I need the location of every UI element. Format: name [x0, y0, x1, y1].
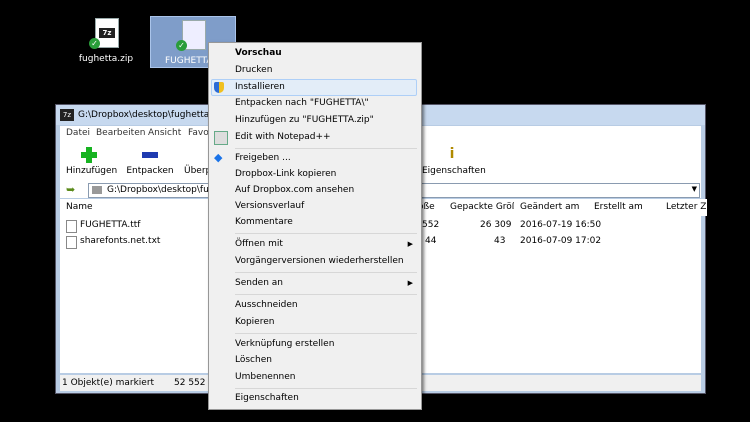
menu-bearbeiten[interactable]: Bearbeiten	[96, 128, 145, 138]
desktop-icon-label: fughetta.zip	[78, 54, 134, 64]
menu-separator	[235, 233, 417, 234]
column-created[interactable]: Erstellt am	[588, 199, 665, 216]
7zip-app-icon: 7z	[60, 109, 74, 121]
desktop-icon-fughetta-zip[interactable]: 7z ✓ fughetta.zip	[78, 18, 134, 68]
drive-icon	[92, 186, 102, 194]
add-button[interactable]: Hinzufügen	[66, 146, 117, 176]
menu-separator	[235, 333, 417, 334]
text-file-icon	[66, 236, 77, 249]
menu-item-cut[interactable]: Ausschneiden	[235, 297, 298, 314]
shield-icon	[214, 82, 226, 94]
up-folder-icon[interactable]: ➥	[66, 184, 80, 196]
submenu-arrow-icon: ▶	[407, 279, 413, 287]
column-modified[interactable]: Geändert am	[514, 199, 593, 216]
info-icon: i	[449, 146, 455, 162]
context-menu: Vorschau Drucken Installieren Entpacken …	[208, 42, 422, 410]
menu-item-install[interactable]: Installieren	[235, 79, 285, 96]
column-accessed[interactable]: Letzter Z	[660, 199, 707, 216]
sync-check-icon: ✓	[89, 38, 100, 49]
sync-check-icon: ✓	[176, 40, 187, 51]
zip-file-icon: 7z ✓	[89, 18, 121, 52]
menu-item-comments[interactable]: Kommentare	[235, 214, 293, 231]
properties-button[interactable]: i Eigenschaften	[422, 146, 486, 176]
menu-separator	[235, 388, 417, 389]
menu-item-version-history[interactable]: Versionsverlauf	[235, 198, 304, 215]
menu-item-open-with[interactable]: Öffnen mit	[235, 236, 283, 253]
menu-item-edit-notepad[interactable]: Edit with Notepad++	[235, 129, 331, 146]
menu-separator	[235, 148, 417, 149]
menu-separator	[235, 294, 417, 295]
menu-item-create-shortcut[interactable]: Verknüpfung erstellen	[235, 336, 334, 353]
chevron-down-icon[interactable]: ▼	[692, 185, 697, 193]
menu-item-properties[interactable]: Eigenschaften	[235, 390, 299, 407]
font-file-icon: ✓	[176, 20, 208, 54]
menu-separator	[235, 272, 417, 273]
menu-item-copy-dropbox-link[interactable]: Dropbox-Link kopieren	[235, 166, 336, 183]
column-packed-size[interactable]: Gepackte Größe	[444, 199, 523, 216]
menu-item-send-to[interactable]: Senden an	[235, 275, 283, 292]
minus-icon	[140, 146, 160, 164]
menu-item-add-to-archive[interactable]: Hinzufügen zu "FUGHETTA.zip"	[235, 112, 374, 129]
menu-item-copy[interactable]: Kopieren	[235, 314, 274, 331]
menu-item-delete[interactable]: Löschen	[235, 352, 272, 369]
notepad-icon	[214, 131, 228, 145]
status-selected: 1 Objekt(e) markiert	[62, 378, 155, 388]
menu-item-rename[interactable]: Umbenennen	[235, 369, 296, 386]
menu-item-print[interactable]: Drucken	[235, 62, 272, 79]
dropbox-icon: ◆	[214, 151, 223, 164]
status-size: 52 552	[174, 378, 206, 388]
plus-icon	[79, 146, 99, 164]
check-arrow-icon	[187, 146, 207, 164]
window-title: G:\Dropbox\desktop\fughetta.zip\	[78, 110, 229, 120]
submenu-arrow-icon: ▶	[407, 240, 413, 248]
menu-ansicht[interactable]: Ansicht	[148, 128, 181, 138]
extract-button[interactable]: Entpacken	[126, 146, 174, 176]
column-name[interactable]: Name	[60, 199, 217, 216]
menu-item-preview[interactable]: Vorschau	[235, 45, 282, 62]
menu-item-extract-to[interactable]: Entpacken nach "FUGHETTA\"	[235, 95, 369, 112]
menu-item-restore-versions[interactable]: Vorgängerversionen wiederherstellen	[235, 253, 404, 270]
menu-item-share[interactable]: Freigeben ...	[235, 150, 291, 167]
ttf-file-icon	[66, 220, 77, 233]
menu-datei[interactable]: Datei	[66, 128, 90, 138]
menu-item-view-on-dropbox[interactable]: Auf Dropbox.com ansehen	[235, 182, 354, 199]
test-button[interactable]: Überp	[184, 146, 210, 176]
